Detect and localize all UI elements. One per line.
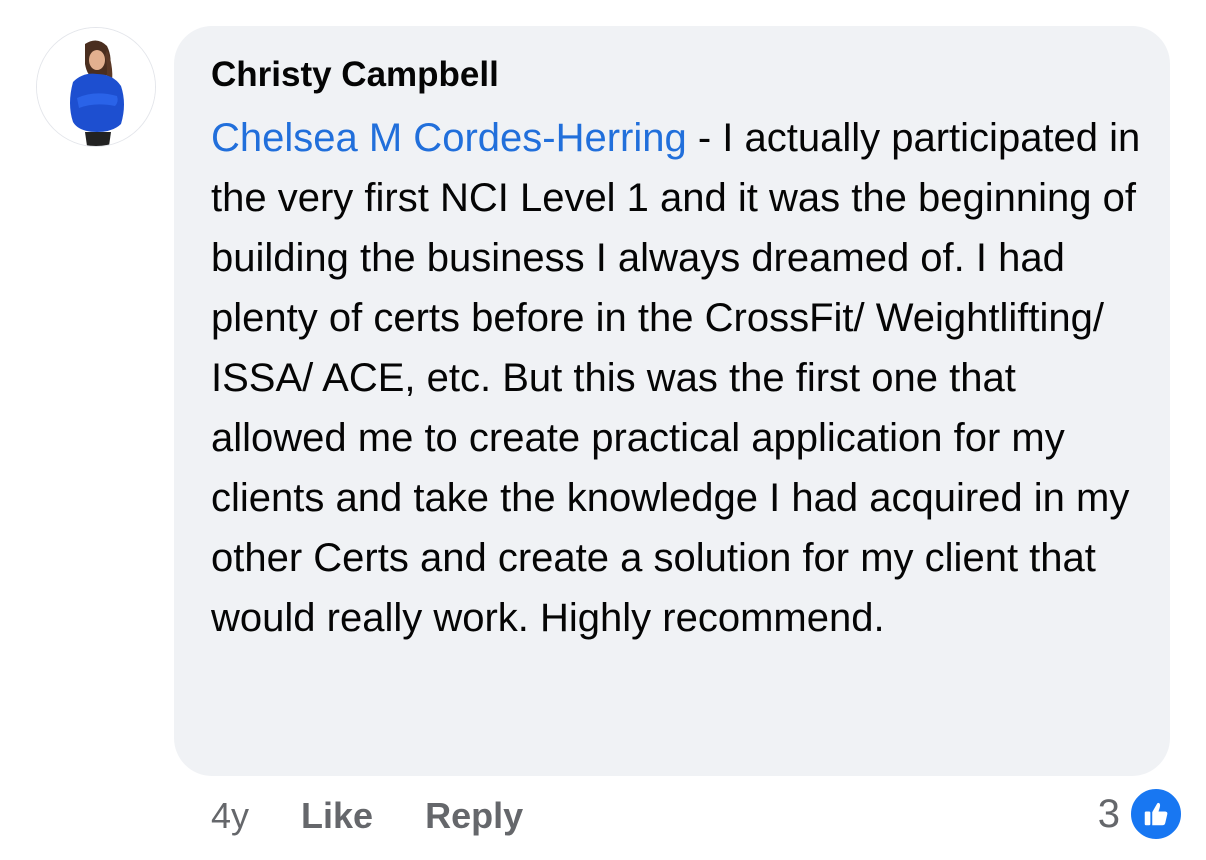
comment-bubble: Christy Campbell Chelsea M Cordes-Herrin… <box>174 26 1170 776</box>
reply-button[interactable]: Reply <box>425 795 523 837</box>
comment-author-name[interactable]: Christy Campbell <box>211 54 1140 96</box>
timestamp[interactable]: 4y <box>211 795 249 837</box>
comment-actions: 4y Like Reply <box>211 788 575 844</box>
like-button[interactable]: Like <box>301 795 373 837</box>
reactions-summary[interactable]: 3 <box>1098 786 1184 842</box>
avatar[interactable] <box>36 27 156 147</box>
reaction-count: 3 <box>1097 791 1120 836</box>
profile-photo <box>37 28 155 146</box>
comment-body: - I actually participated in the very fi… <box>211 116 1141 640</box>
mention-link[interactable]: Chelsea M Cordes-Herring <box>211 116 687 160</box>
comment-text: Chelsea M Cordes-Herring - I actually pa… <box>211 108 1141 648</box>
thumbs-up-icon <box>1128 786 1184 842</box>
